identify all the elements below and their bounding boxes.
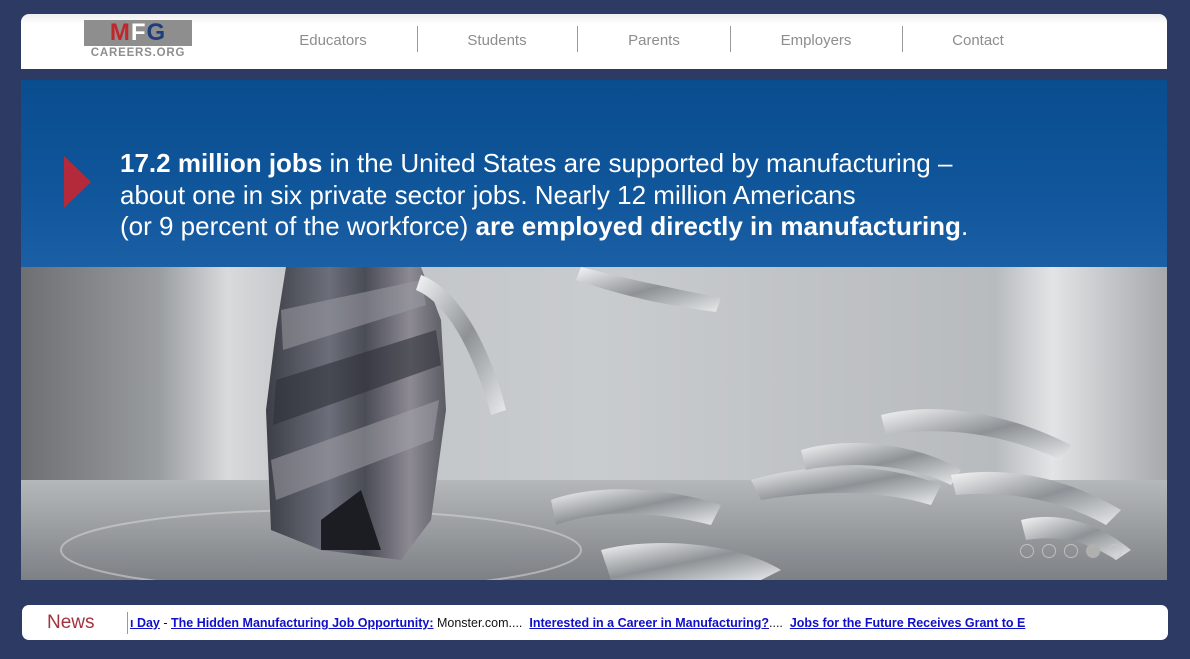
- slide-dot-5[interactable]: [1108, 544, 1122, 558]
- news-link-career-in-manufacturing[interactable]: Interested in a Career in Manufacturing?: [529, 616, 769, 630]
- slide-dot-4-active[interactable]: [1086, 544, 1100, 558]
- nav-employers[interactable]: Employers: [781, 32, 852, 49]
- hero-headline: 17.2 million jobs in the United States a…: [120, 148, 1120, 243]
- news-link-hidden-job-opportunity[interactable]: The Hidden Manufacturing Job Opportunity…: [171, 616, 433, 630]
- news-link-jobs-for-the-future[interactable]: Jobs for the Future Receives Grant to E: [790, 616, 1025, 630]
- news-separator: -: [159, 616, 171, 630]
- news-source-monster: Monster.com....: [433, 616, 530, 630]
- nav-educators[interactable]: Educators: [299, 32, 367, 49]
- play-arrow-icon: [64, 156, 91, 208]
- main-nav: Educators Students Parents Employers Con…: [21, 14, 1167, 69]
- site-header: MFG CAREERS.ORG Educators Students Paren…: [21, 14, 1167, 69]
- nav-divider: [730, 26, 731, 52]
- hero-line3-bold: are employed directly in manufacturing: [475, 211, 961, 241]
- hero-line1: in the United States are supported by ma…: [322, 148, 953, 178]
- hero-line2: about one in six private sector jobs. Ne…: [120, 179, 856, 210]
- news-divider: [127, 612, 128, 634]
- news-label: News: [47, 612, 95, 633]
- nav-divider: [577, 26, 578, 52]
- hero-slideshow[interactable]: 17.2 million jobs in the United States a…: [21, 80, 1167, 580]
- hero-line3: (or 9 percent of the workforce): [120, 211, 476, 241]
- slide-pagination: [1020, 544, 1122, 558]
- slide-dot-2[interactable]: [1042, 544, 1056, 558]
- nav-divider: [417, 26, 418, 52]
- news-link-day[interactable]: ı Day: [130, 616, 160, 630]
- hero-banner: 17.2 million jobs in the United States a…: [21, 80, 1167, 267]
- nav-contact[interactable]: Contact: [952, 32, 1004, 49]
- slide-dot-1[interactable]: [1020, 544, 1034, 558]
- news-ellipsis: ....: [769, 616, 790, 630]
- hero-stat-bold: 17.2 million jobs: [120, 148, 323, 178]
- nav-divider: [902, 26, 903, 52]
- hero-line3-end: .: [960, 211, 969, 241]
- news-ticker: ı Day - The Hidden Manufacturing Job Opp…: [130, 605, 1070, 640]
- slide-dot-3[interactable]: [1064, 544, 1078, 558]
- nav-parents[interactable]: Parents: [628, 32, 680, 49]
- news-bar: News ı Day - The Hidden Manufacturing Jo…: [22, 605, 1168, 640]
- nav-students[interactable]: Students: [467, 32, 526, 49]
